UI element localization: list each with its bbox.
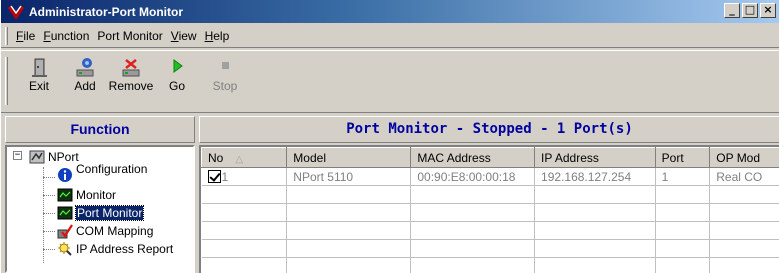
table-row-empty — [201, 221, 779, 240]
maximize-button[interactable]: □ — [742, 3, 758, 18]
play-icon — [165, 57, 189, 79]
column-header-op-mode[interactable]: OP Mod — [709, 147, 779, 168]
stop-icon — [213, 57, 237, 79]
info-icon — [57, 167, 73, 183]
menu-view[interactable]: View — [167, 29, 201, 43]
com-mapping-icon — [57, 223, 73, 239]
toolbar-grip[interactable] — [5, 57, 8, 105]
tree-item-label: IP Address Report — [76, 242, 174, 256]
app-logo-icon — [7, 3, 25, 21]
go-button[interactable]: Go — [153, 55, 201, 105]
table-row-empty — [201, 257, 779, 273]
port-monitor-header: Port Monitor - Stopped - 1 Port(s) — [199, 116, 779, 143]
table-row-empty — [201, 203, 779, 222]
cell-ip-address: 192.168.127.254 — [534, 167, 656, 186]
tree-item-label: NPort — [48, 150, 79, 164]
remove-button[interactable]: Remove — [107, 55, 155, 105]
door-exit-icon — [27, 57, 51, 79]
column-header-ip-address[interactable]: IP Address — [534, 147, 656, 168]
tree-item-monitor[interactable]: Monitor — [57, 187, 116, 203]
port-monitor-icon — [57, 205, 73, 221]
menu-port-monitor[interactable]: Port Monitor — [93, 29, 166, 43]
nport-device-icon — [29, 149, 45, 165]
menu-grip[interactable] — [5, 27, 8, 45]
app-window: Administrator-Port Monitor _ □ × File Fu… — [0, 0, 779, 273]
tree-item-label: COM Mapping — [76, 224, 154, 238]
table-row-empty — [201, 185, 779, 204]
add-device-icon — [73, 57, 97, 79]
port-table[interactable]: No △ Model MAC Address IP Address Port OP… — [199, 145, 779, 273]
close-button[interactable]: × — [760, 3, 776, 18]
cell-model: NPort 5110 — [286, 167, 412, 186]
menu-file[interactable]: File — [12, 29, 39, 43]
menu-help[interactable]: Help — [201, 29, 234, 43]
add-button[interactable]: Add — [61, 55, 109, 105]
table-header-row: No △ Model MAC Address IP Address Port OP… — [201, 147, 779, 168]
menu-bar: File Function Port Monitor View Help — [1, 25, 779, 48]
stop-button[interactable]: Stop — [201, 55, 249, 105]
column-header-mac-address[interactable]: MAC Address — [410, 147, 536, 168]
tree-item-nport[interactable]: NPort — [29, 149, 79, 165]
tree-item-com-mapping[interactable]: COM Mapping — [57, 223, 153, 239]
sort-up-icon: △ — [235, 153, 244, 165]
tree-item-label: Configuration — [76, 162, 148, 176]
tree-item-port-monitor[interactable]: Port Monitor — [57, 205, 145, 221]
exit-button[interactable]: Exit — [15, 55, 63, 105]
cell-op-mode: Real CO — [709, 167, 779, 186]
title-bar[interactable]: Administrator-Port Monitor _ □ × — [1, 0, 779, 23]
cell-port: 1 — [655, 167, 711, 186]
remove-device-icon — [119, 57, 143, 79]
cell-mac-address: 00:90:E8:00:00:18 — [410, 167, 536, 186]
tree-item-label: Monitor — [76, 188, 117, 202]
table-row[interactable]: 1 NPort 5110 00:90:E8:00:00:18 192.168.1… — [201, 167, 779, 186]
tree-item-configuration[interactable]: Configuration — [57, 163, 147, 183]
monitor-icon — [57, 187, 73, 203]
function-panel-header: Function — [5, 116, 195, 143]
tree-item-label: Port Monitor — [74, 205, 145, 221]
window-title: Administrator-Port Monitor — [29, 4, 183, 19]
cell-no: 1 — [201, 167, 288, 186]
column-header-no[interactable]: No △ — [201, 147, 288, 168]
row-checkbox[interactable] — [207, 169, 221, 183]
toolbar: Exit Add Remove Go Stop — [1, 50, 779, 113]
column-header-port[interactable]: Port — [654, 147, 711, 168]
ip-report-icon — [57, 241, 73, 257]
tree-item-ip-address-report[interactable]: IP Address Report — [57, 241, 173, 257]
menu-function[interactable]: Function — [39, 29, 93, 43]
table-row-empty — [201, 239, 779, 258]
column-header-model[interactable]: Model — [286, 147, 412, 168]
function-tree[interactable]: − NPort Configuration Monitor Port Monit… — [5, 145, 195, 273]
minimize-button[interactable]: _ — [724, 3, 740, 18]
tree-collapse-toggle[interactable]: − — [13, 151, 22, 160]
